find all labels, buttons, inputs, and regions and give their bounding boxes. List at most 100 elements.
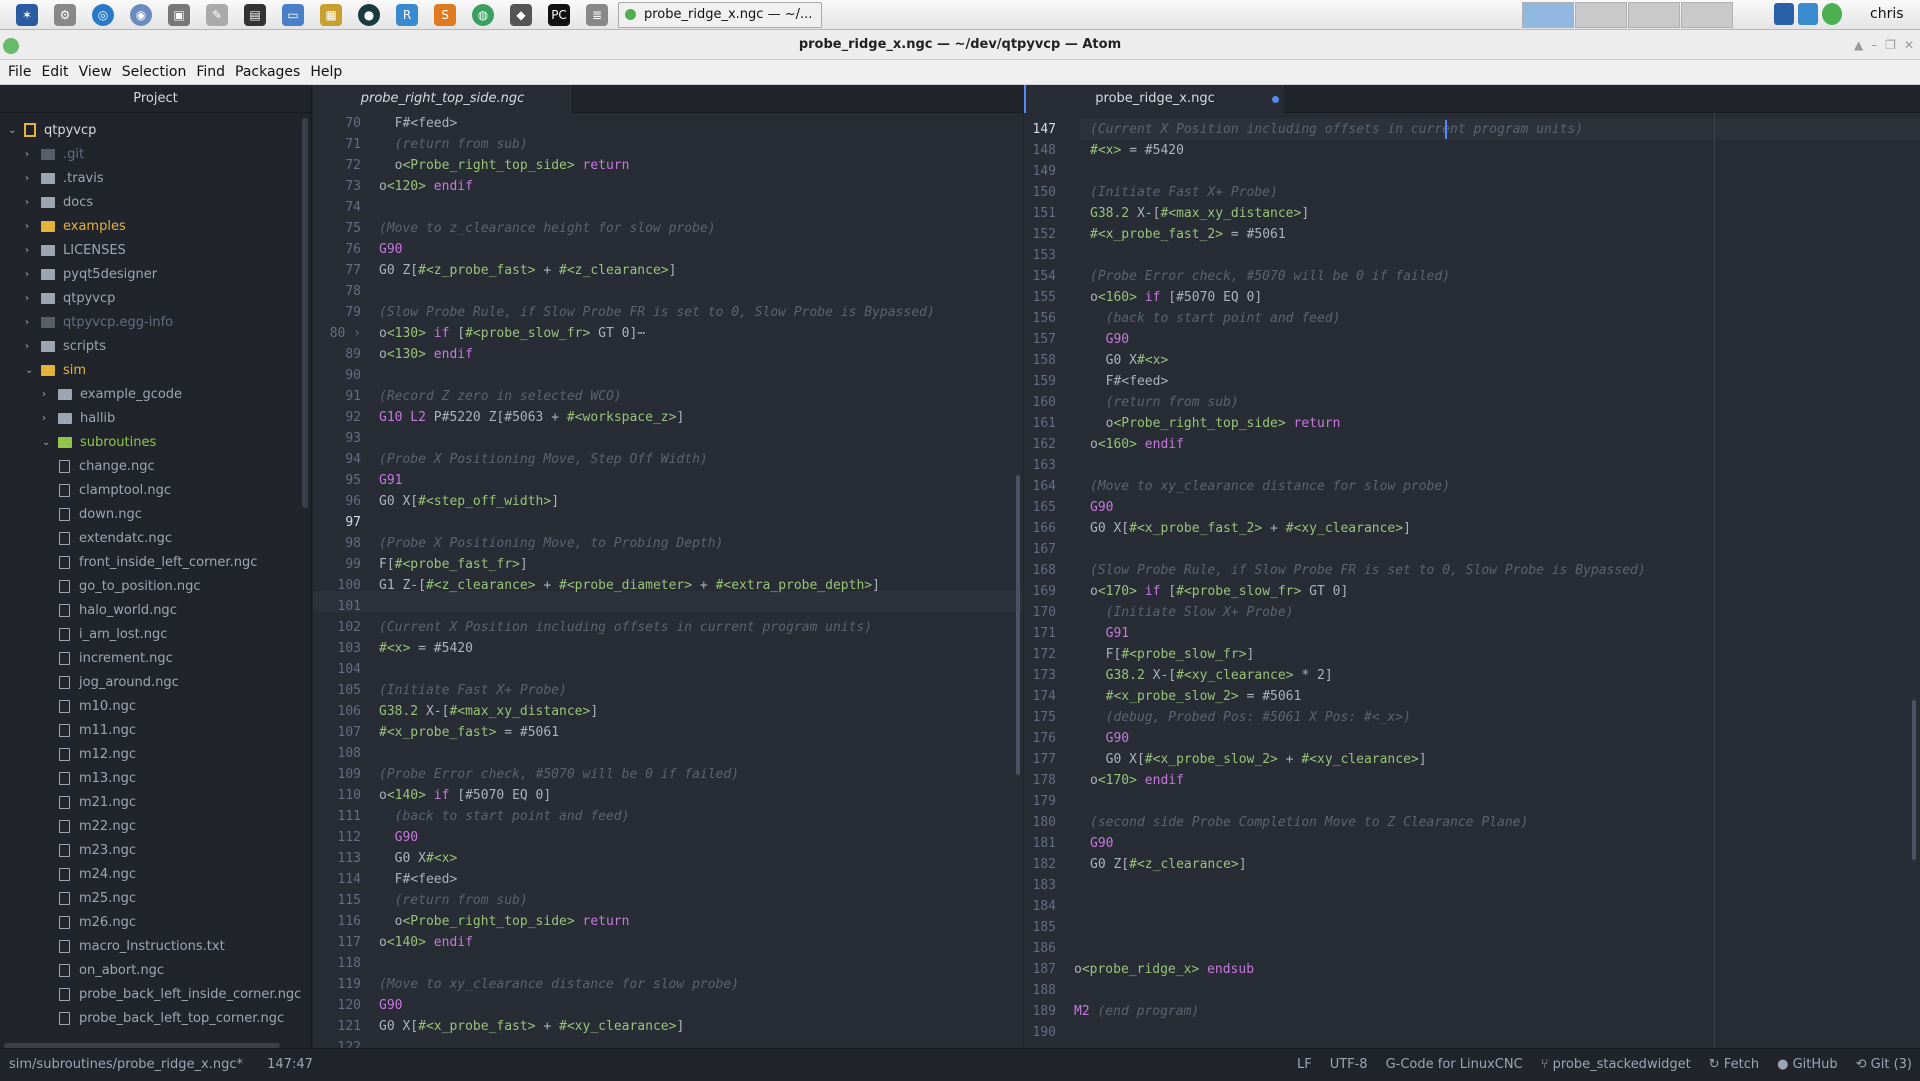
code-line[interactable]: (Record Z zero in selected WCO) xyxy=(379,386,935,407)
window-up-icon[interactable]: ▲ xyxy=(1854,30,1863,60)
code-line[interactable]: (back to start point and feed) xyxy=(379,806,935,827)
code-line[interactable]: (Initiate Fast X+ Probe) xyxy=(1074,182,1646,203)
editor-scrollbar-right[interactable] xyxy=(1912,700,1916,860)
tree-item[interactable]: ⌄ subroutines xyxy=(0,430,300,454)
tree-item[interactable]: front_inside_left_corner.ngc xyxy=(0,550,300,574)
code-line[interactable] xyxy=(1074,938,1646,959)
chevron-right-icon[interactable]: › xyxy=(25,197,37,208)
tab-probe-right-top-side[interactable]: probe_right_top_side.ngc xyxy=(313,85,573,113)
code-line[interactable] xyxy=(379,1037,935,1048)
notes-icon[interactable]: ▦ xyxy=(320,3,342,26)
code-line[interactable]: G1 Z-[#<z_clearance> + #<probe_diameter>… xyxy=(379,575,935,596)
code-line[interactable]: G90 xyxy=(379,995,935,1016)
code-line[interactable] xyxy=(379,953,935,974)
code-line[interactable] xyxy=(379,512,935,533)
code-line[interactable]: G0 Z[#<z_probe_fast> + #<z_clearance>] xyxy=(379,260,935,281)
code-line[interactable]: (Probe Error check, #5070 will be 0 if f… xyxy=(379,764,935,785)
update-tray-icon[interactable] xyxy=(1822,3,1842,25)
tree-item[interactable]: ⌄ sim xyxy=(0,358,300,382)
code-line[interactable] xyxy=(1074,455,1646,476)
terminal-icon[interactable]: ▤ xyxy=(244,3,266,26)
status-github[interactable]: ● GitHub xyxy=(1777,1049,1838,1081)
user-name[interactable]: chris xyxy=(1870,6,1904,22)
code-line[interactable]: (Initiate Fast X+ Probe) xyxy=(379,680,935,701)
code-line[interactable]: F[#<probe_fast_fr>] xyxy=(379,554,935,575)
code-line[interactable] xyxy=(1074,539,1646,560)
code-line[interactable] xyxy=(1074,791,1646,812)
menu-edit[interactable]: Edit xyxy=(41,64,68,80)
code-line[interactable]: o<probe_ridge_x> endsub xyxy=(1074,959,1646,980)
code-line[interactable]: G38.2 X-[#<max_xy_distance>] xyxy=(379,701,935,722)
code-line[interactable] xyxy=(379,596,935,617)
code-line[interactable]: o<Probe_right_top_side> return xyxy=(379,155,935,176)
tree-item[interactable]: jog_around.ngc xyxy=(0,670,300,694)
code-line[interactable]: G0 X#<x> xyxy=(1074,350,1646,371)
code-line[interactable] xyxy=(1074,1022,1646,1043)
tree-item[interactable]: › pyqt5designer xyxy=(0,262,300,286)
tree-item[interactable]: m25.ngc xyxy=(0,886,300,910)
menu-help[interactable]: Help xyxy=(310,64,342,80)
tree-item[interactable]: › qtpyvcp.egg-info xyxy=(0,310,300,334)
code-line[interactable]: o<Probe_right_top_side> return xyxy=(1074,413,1646,434)
code-line[interactable]: (return from sub) xyxy=(379,890,935,911)
status-branch[interactable]: ⑂ probe_stackedwidget xyxy=(1541,1049,1691,1081)
tree-item[interactable]: › docs xyxy=(0,190,300,214)
gimp-icon[interactable]: ◆ xyxy=(510,3,532,26)
code-line[interactable]: G0 Z[#<z_clearance>] xyxy=(1074,854,1646,875)
code-line[interactable]: G10 L2 P#5220 Z[#5063 + #<workspace_z>] xyxy=(379,407,935,428)
screenshot-icon[interactable]: ▣ xyxy=(168,3,190,26)
code-line[interactable] xyxy=(379,281,935,302)
code-line[interactable]: #<x> = #5420 xyxy=(1074,140,1646,161)
tree-item[interactable]: macro_Instructions.txt xyxy=(0,934,300,958)
menu-find[interactable]: Find xyxy=(196,64,225,80)
code-line[interactable]: (return from sub) xyxy=(1074,392,1646,413)
code-line[interactable] xyxy=(379,659,935,680)
code-line[interactable] xyxy=(379,197,935,218)
editor-scrollbar-left[interactable] xyxy=(1016,475,1020,775)
tree-item[interactable]: down.ngc xyxy=(0,502,300,526)
sublime-icon[interactable]: S xyxy=(434,3,456,26)
tree-item[interactable]: ⌄ qtpyvcp xyxy=(0,118,300,142)
code-line[interactable]: F#<feed> xyxy=(379,869,935,890)
code-line[interactable]: (Initiate Slow X+ Probe) xyxy=(1074,602,1646,623)
tree-item[interactable]: › examples xyxy=(0,214,300,238)
code-line[interactable] xyxy=(1074,161,1646,182)
code-line[interactable]: G38.2 X-[#<xy_clearance> * 2] xyxy=(1074,665,1646,686)
tree-item[interactable]: increment.ngc xyxy=(0,646,300,670)
chevron-right-icon[interactable]: › xyxy=(25,221,37,232)
code-line[interactable]: o<140> if [#5070 EQ 0] xyxy=(379,785,935,806)
status-grammar[interactable]: G-Code for LinuxCNC xyxy=(1386,1049,1523,1081)
browser-icon[interactable]: ◉ xyxy=(130,3,152,26)
code-line[interactable]: (Slow Probe Rule, if Slow Probe FR is se… xyxy=(1074,560,1646,581)
code-line[interactable]: G90 xyxy=(1074,728,1646,749)
file-manager-icon[interactable]: ▭ xyxy=(282,3,304,26)
cpu-monitor-icon[interactable] xyxy=(1774,3,1794,25)
status-encoding[interactable]: UTF-8 xyxy=(1330,1049,1368,1081)
network-tray-icon[interactable] xyxy=(1798,3,1818,25)
workspace-4[interactable] xyxy=(1681,2,1733,28)
tree-item[interactable]: m24.ngc xyxy=(0,862,300,886)
tree-item[interactable]: probe_back_left_inside_corner.ngc xyxy=(0,982,301,1006)
code-line[interactable] xyxy=(1074,875,1646,896)
code-line[interactable]: G91 xyxy=(1074,623,1646,644)
chevron-right-icon[interactable]: › xyxy=(25,293,37,304)
code-line[interactable] xyxy=(379,365,935,386)
code-editor-right[interactable]: (Current X Position including offsets in… xyxy=(1074,119,1646,1043)
code-line[interactable]: o<140> endif xyxy=(379,932,935,953)
code-line[interactable] xyxy=(379,428,935,449)
code-line[interactable] xyxy=(1074,896,1646,917)
tree-item[interactable]: halo_world.ngc xyxy=(0,598,300,622)
network-icon[interactable]: ◍ xyxy=(472,3,494,26)
code-line[interactable]: F[#<probe_slow_fr>] xyxy=(1074,644,1646,665)
code-line[interactable]: o<160> endif xyxy=(1074,434,1646,455)
chevron-right-icon[interactable]: › xyxy=(25,173,37,184)
code-line[interactable]: o<120> endif xyxy=(379,176,935,197)
color-picker-icon[interactable]: ✎ xyxy=(206,3,228,26)
code-line[interactable]: M2 (end program) xyxy=(1074,1001,1646,1022)
code-line[interactable]: (debug, Probed Pos: #5061 X Pos: #<_x>) xyxy=(1074,707,1646,728)
code-line[interactable]: o<130> if [#<probe_slow_fr> GT 0]⋯ xyxy=(379,323,935,344)
pycharm-icon[interactable]: PC xyxy=(548,3,570,26)
tree-item[interactable]: extendatc.ngc xyxy=(0,526,300,550)
chevron-down-icon[interactable]: ⌄ xyxy=(42,437,54,448)
code-line[interactable]: (Move to xy_clearance distance for slow … xyxy=(379,974,935,995)
